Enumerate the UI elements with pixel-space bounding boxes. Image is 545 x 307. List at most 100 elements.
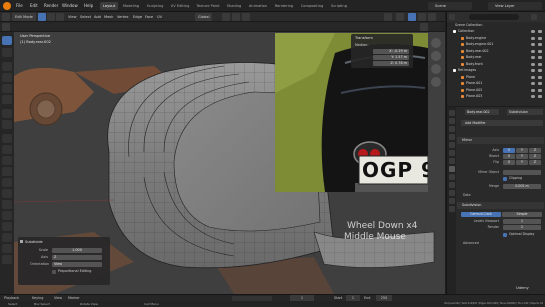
inset-tool-icon[interactable] xyxy=(2,145,12,154)
mirror-axis-y[interactable]: Y xyxy=(516,148,528,153)
object-tab-icon[interactable] xyxy=(449,158,455,164)
scale-tool-icon[interactable] xyxy=(2,84,12,93)
menu-add[interactable]: Add xyxy=(94,13,101,21)
redo-row-scale[interactable]: Scale 1.000 xyxy=(22,248,106,253)
redo-orientation-dropdown[interactable]: View xyxy=(52,262,102,267)
particles-tab-icon[interactable] xyxy=(449,174,455,180)
advanced-subpanel[interactable]: Advanced xyxy=(463,241,479,245)
mirror-flip-x[interactable]: X xyxy=(503,160,515,165)
menu-file[interactable]: File xyxy=(16,2,23,10)
tab-rendering[interactable]: Rendering xyxy=(272,2,296,10)
redo-row-orientation[interactable]: Orientation View xyxy=(22,262,106,267)
vertex-select-icon[interactable] xyxy=(38,13,46,21)
mirror-modifier-header[interactable]: Mirror xyxy=(457,137,544,144)
tab-layout[interactable]: Layout xyxy=(100,2,118,10)
render-levels-field[interactable]: 2 xyxy=(503,225,541,230)
render-camera-icon[interactable] xyxy=(538,95,542,98)
tab-animation[interactable]: Animation xyxy=(246,2,270,10)
modifier-tab-icon[interactable] xyxy=(449,166,455,172)
mirror-object-field[interactable] xyxy=(503,170,541,175)
select-box-tool-icon[interactable] xyxy=(2,36,12,45)
rotate-tool-icon[interactable] xyxy=(2,73,12,82)
visibility-eye-icon[interactable] xyxy=(531,95,535,98)
mirror-bisect-x[interactable]: X xyxy=(503,154,515,159)
poly-build-tool-icon[interactable] xyxy=(2,189,12,198)
view-layer-selector[interactable]: View Layer xyxy=(488,2,542,10)
tool-tab-icon[interactable] xyxy=(449,110,455,116)
active-tool-icon[interactable] xyxy=(2,23,10,31)
move-tool-icon[interactable] xyxy=(2,62,12,71)
render-camera-icon[interactable] xyxy=(538,82,542,85)
shrink-fatten-tool-icon[interactable] xyxy=(2,233,12,242)
smooth-tool-icon[interactable] xyxy=(2,211,12,220)
filter-icon[interactable] xyxy=(531,14,537,20)
tab-compositing[interactable]: Compositing xyxy=(298,2,326,10)
orientation-dropdown[interactable]: Global xyxy=(195,13,213,21)
perspective-toggle-icon[interactable] xyxy=(431,77,441,87)
visibility-eye-icon[interactable] xyxy=(531,30,535,33)
rendered-shading-icon[interactable] xyxy=(428,13,436,21)
tab-texture-paint[interactable]: Texture Paint xyxy=(194,2,222,10)
outliner-search-field[interactable] xyxy=(469,14,519,20)
proportional-edit-icon[interactable] xyxy=(242,13,250,21)
menu-view[interactable]: View xyxy=(68,13,77,21)
optimal-display-checkbox[interactable] xyxy=(503,233,507,237)
redo-row-axis[interactable]: Axis Z xyxy=(22,255,106,260)
visibility-eye-icon[interactable] xyxy=(531,88,535,92)
bevel-tool-icon[interactable] xyxy=(2,156,12,165)
median-y-field[interactable]: Y: 1.57 m xyxy=(373,55,409,60)
scene-selector[interactable]: Scene xyxy=(428,2,472,10)
mirror-flip-y[interactable]: Y xyxy=(516,160,528,165)
menu-select[interactable]: Select xyxy=(80,13,91,21)
redo-axis-dropdown[interactable]: Z xyxy=(52,255,102,260)
material-shading-icon[interactable] xyxy=(418,13,426,21)
render-camera-icon[interactable] xyxy=(538,88,542,92)
tab-scripting[interactable]: Scripting xyxy=(328,2,350,10)
proportional-editing-checkbox[interactable] xyxy=(52,270,56,274)
outliner-item[interactable]: Plane.002 xyxy=(447,88,545,93)
tab-shading[interactable]: Shading xyxy=(224,2,244,10)
rip-tool-icon[interactable] xyxy=(2,255,12,264)
transform-tool-icon[interactable] xyxy=(2,95,12,104)
zoom-icon[interactable] xyxy=(431,38,441,48)
render-camera-icon[interactable] xyxy=(538,43,542,46)
shear-tool-icon[interactable] xyxy=(2,244,12,253)
extrude-tool-icon[interactable] xyxy=(2,134,12,143)
visibility-eye-icon[interactable] xyxy=(531,36,535,40)
outliner-item[interactable]: Body.front xyxy=(447,62,545,67)
menu-uv[interactable]: UV xyxy=(157,13,162,21)
redo-scale-field[interactable]: 1.000 xyxy=(52,248,102,253)
visibility-eye-icon[interactable] xyxy=(531,62,535,66)
measure-tool-icon[interactable] xyxy=(2,120,12,129)
levels-viewport-field[interactable]: 1 xyxy=(503,219,541,224)
xray-icon[interactable] xyxy=(396,13,404,21)
outliner-item[interactable]: Collection xyxy=(447,29,545,34)
mirror-bisect-z[interactable]: Z xyxy=(529,154,541,159)
add-modifier-button[interactable]: Add Modifier xyxy=(461,120,543,126)
render-camera-icon[interactable] xyxy=(538,56,542,59)
edge-slide-tool-icon[interactable] xyxy=(2,222,12,231)
median-x-field[interactable]: X: -0.19 m xyxy=(373,49,409,54)
tab-modeling[interactable]: Modeling xyxy=(120,2,142,10)
menu-edit[interactable]: Edit xyxy=(30,2,38,10)
outliner-item[interactable]: Body.rear xyxy=(447,55,545,60)
mesh-options-icon[interactable] xyxy=(420,23,428,31)
menu-vertex[interactable]: Vertex xyxy=(117,13,129,21)
render-camera-icon[interactable] xyxy=(538,49,542,53)
outliner-item[interactable]: Plane.003 xyxy=(447,94,545,99)
object-name-field[interactable]: Body.rear.002 xyxy=(465,109,499,115)
output-tab-icon[interactable] xyxy=(449,126,455,132)
snap-icon[interactable] xyxy=(232,13,240,21)
median-y-row[interactable]: Y: 1.57 m xyxy=(355,55,409,60)
knife-tool-icon[interactable] xyxy=(2,178,12,187)
mirror-bisect-y[interactable]: Y xyxy=(516,154,528,159)
render-camera-icon[interactable] xyxy=(538,75,542,79)
outliner-item[interactable]: Body.rear.002 xyxy=(447,49,545,54)
solid-shading-icon[interactable] xyxy=(408,13,416,21)
spin-tool-icon[interactable] xyxy=(2,200,12,209)
mirror-data-subpanel[interactable]: Data xyxy=(463,193,471,197)
outliner-item[interactable]: Plane xyxy=(447,75,545,80)
constraints-tab-icon[interactable] xyxy=(449,190,455,196)
physics-tab-icon[interactable] xyxy=(449,182,455,188)
loop-cut-tool-icon[interactable] xyxy=(2,167,12,176)
